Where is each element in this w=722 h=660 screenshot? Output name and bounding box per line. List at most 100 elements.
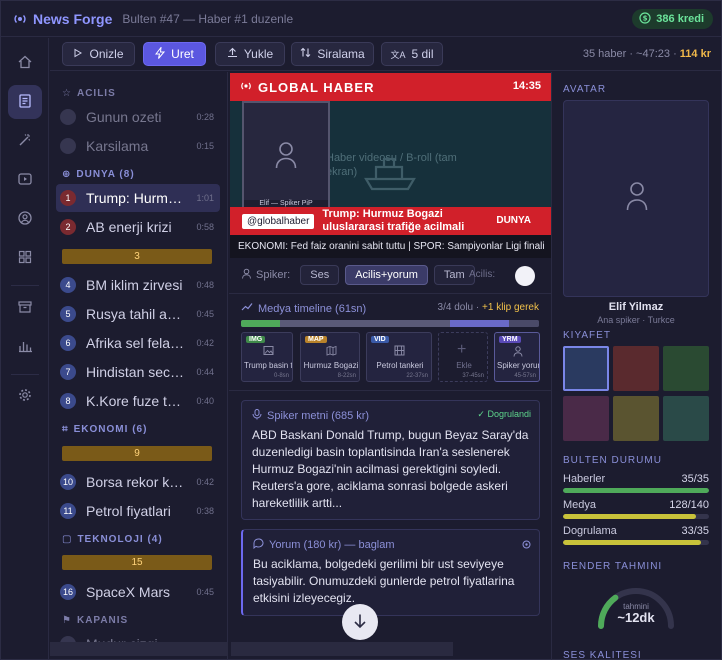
chart-icon: ⌗ — [62, 424, 69, 435]
channel-brand: GLOBAL HABER — [258, 79, 375, 95]
outfit-swatch-1[interactable] — [563, 346, 609, 391]
comment-box[interactable]: Yorum (180 kr) — baglam Bu aciklama, bol… — [241, 529, 540, 616]
generate-button[interactable]: Uret — [143, 42, 206, 66]
item-title: Karsilama — [86, 138, 149, 154]
list-item[interactable]: 2 AB enerji krizi 0:58 — [56, 213, 220, 241]
upload-button[interactable]: Yukle — [215, 42, 285, 66]
item-duration: 0:40 — [196, 396, 214, 406]
script-header: Spiker metni (685 kr) — [252, 409, 369, 423]
list-item[interactable]: 8 K.Kore fuze testi 0:40 — [56, 387, 220, 415]
list-item[interactable]: 16 SpaceX Mars 0:45 — [56, 578, 220, 606]
item-number: 10 — [60, 474, 76, 490]
properties-panel: AVATAR Elif Yilmaz Ana spiker · Turkce K… — [553, 72, 721, 660]
archive-button[interactable] — [8, 291, 42, 325]
settings-button[interactable] — [8, 379, 42, 413]
media-clip[interactable]: YRM Spiker yorum 45-57sn — [494, 332, 540, 382]
stats-cost: 114 kr — [679, 48, 711, 60]
status-value: 128/140 — [669, 499, 709, 511]
play-icon — [17, 171, 33, 190]
status-fill — [563, 540, 701, 545]
outfit-swatch-3[interactable] — [663, 346, 709, 391]
list-item[interactable]: Karsilama 0:15 — [56, 132, 220, 160]
list-item[interactable]: 11 Petrol fiyatlari 0:38 — [56, 497, 220, 525]
magic-button[interactable] — [8, 124, 42, 158]
item-title: Gunun ozeti — [86, 109, 162, 125]
comment-header: Yorum (180 kr) — baglam — [253, 538, 395, 552]
item-number: 4 — [60, 277, 76, 293]
clip-tag: YRM — [499, 336, 521, 343]
ad-break[interactable]: 3 — [62, 249, 212, 264]
list-item[interactable]: 10 Borsa rekor kirdi 0:42 — [56, 468, 220, 496]
media-clip[interactable]: IMG Trump basin t. 0-8sn — [241, 332, 293, 382]
languages-button[interactable]: 文A 5 dil — [381, 42, 443, 66]
rail-divider — [11, 374, 39, 375]
editor-scrollbar[interactable] — [231, 642, 453, 656]
media-clip[interactable]: VID Petrol tankeri 22-37sn — [366, 332, 432, 382]
timeline-fill-status: 3/4 dolu · — [437, 302, 483, 313]
status-name: Medya — [563, 499, 597, 511]
chat-icon — [253, 538, 264, 552]
section-header: ▢ TEKNOLOJI (4) — [62, 534, 163, 545]
item-title: AB enerji krizi — [86, 219, 172, 235]
comment-title: Yorum (180 kr) — baglam — [269, 539, 395, 551]
outfit-swatch-6[interactable] — [663, 396, 709, 441]
media-clip[interactable]: MAP Hurmuz Bogazi 8-22sn — [300, 332, 360, 382]
clip-name: Spiker yorum — [497, 361, 539, 370]
item-duration: 1:01 — [196, 193, 214, 203]
analytics-button[interactable] — [8, 330, 42, 364]
credit-badge[interactable]: $ 386 kredi — [632, 9, 713, 29]
item-number: 8 — [60, 393, 76, 409]
section-label: ACILIS — [76, 88, 116, 99]
upload-label: Yukle — [243, 47, 274, 61]
target-icon[interactable] — [522, 538, 531, 552]
speaker-label-text: Spiker: — [256, 269, 291, 281]
opening-toggle[interactable] — [515, 266, 535, 286]
ad-break[interactable]: 15 — [62, 555, 212, 570]
document-icon — [17, 93, 33, 112]
list-item[interactable]: 5 Rusya tahil anlasmasi 0:45 — [56, 300, 220, 328]
arrow-down-icon — [353, 613, 367, 632]
film-icon — [394, 345, 405, 359]
preview-button[interactable]: Onizle — [62, 42, 135, 66]
list-item[interactable]: 6 Afrika sel felaketi 0:42 — [56, 329, 220, 357]
avatar-preview[interactable] — [563, 100, 709, 297]
credit-amount: 386 kredi — [656, 13, 704, 25]
comment-text[interactable]: Bu aciklama, bolgedeki gerilimi bir ust … — [253, 556, 531, 607]
broadcast-preview[interactable]: GLOBAL HABER 14:35 Haber videosu / B-rol… — [230, 73, 551, 258]
script-title: Spiker metni (685 kr) — [267, 410, 370, 422]
scroll-down-button[interactable] — [342, 604, 378, 640]
list-item-active[interactable]: 1 Trump: Hurmuz Bogazi 1:01 — [56, 184, 220, 212]
dollar-icon: $ — [639, 11, 651, 27]
presenter-button[interactable] — [8, 202, 42, 236]
speaker-option-acilis-yorum[interactable]: Acilis+yorum — [345, 265, 428, 285]
sort-button[interactable]: Siralama — [291, 42, 374, 66]
sort-label: Siralama — [317, 47, 365, 61]
list-item[interactable]: 7 Hindistan secimleri 0:44 — [56, 358, 220, 386]
home-button[interactable] — [8, 46, 42, 80]
outfit-swatch-5[interactable] — [613, 396, 659, 441]
timeline-bar[interactable] — [241, 320, 539, 327]
presenter-pip[interactable]: Elif — Spiker PiP — [242, 101, 330, 209]
verified-status: ✓ Dogrulandi — [477, 409, 531, 420]
grid-icon — [17, 249, 33, 268]
video-button[interactable] — [8, 163, 42, 197]
timeline-need: +1 klip gerek — [482, 302, 539, 313]
timeline-segment — [449, 320, 510, 327]
section-header: ⊕ DUNYA (8) — [62, 169, 135, 180]
ad-break[interactable]: 9 — [62, 446, 212, 461]
script-text[interactable]: ABD Baskani Donald Trump, bugun Beyaz Sa… — [252, 427, 530, 512]
bulletin-status-heading: BULTEN DURUMU — [563, 455, 662, 466]
list-item[interactable]: 4 BM iklim zirvesi 0:48 — [56, 271, 220, 299]
templates-button[interactable] — [8, 241, 42, 275]
list-item[interactable]: Gunun ozeti 0:28 — [56, 103, 220, 131]
script-box[interactable]: Spiker metni (685 kr) ✓ Dogrulandi ABD B… — [241, 400, 540, 520]
speaker-option-ses[interactable]: Ses — [300, 265, 340, 285]
item-title: Trump: Hurmuz Bogazi — [86, 190, 186, 206]
outfit-swatch-4[interactable] — [563, 396, 609, 441]
outfit-swatch-2[interactable] — [613, 346, 659, 391]
timeline-header: Medya timeline (61sn) — [241, 302, 366, 315]
add-clip-slot[interactable]: + Ekle 37-45sn — [438, 332, 488, 382]
languages-label: 5 dil — [411, 47, 434, 61]
newsroom-button[interactable] — [8, 85, 42, 119]
rundown-scrollbar[interactable] — [50, 642, 228, 656]
